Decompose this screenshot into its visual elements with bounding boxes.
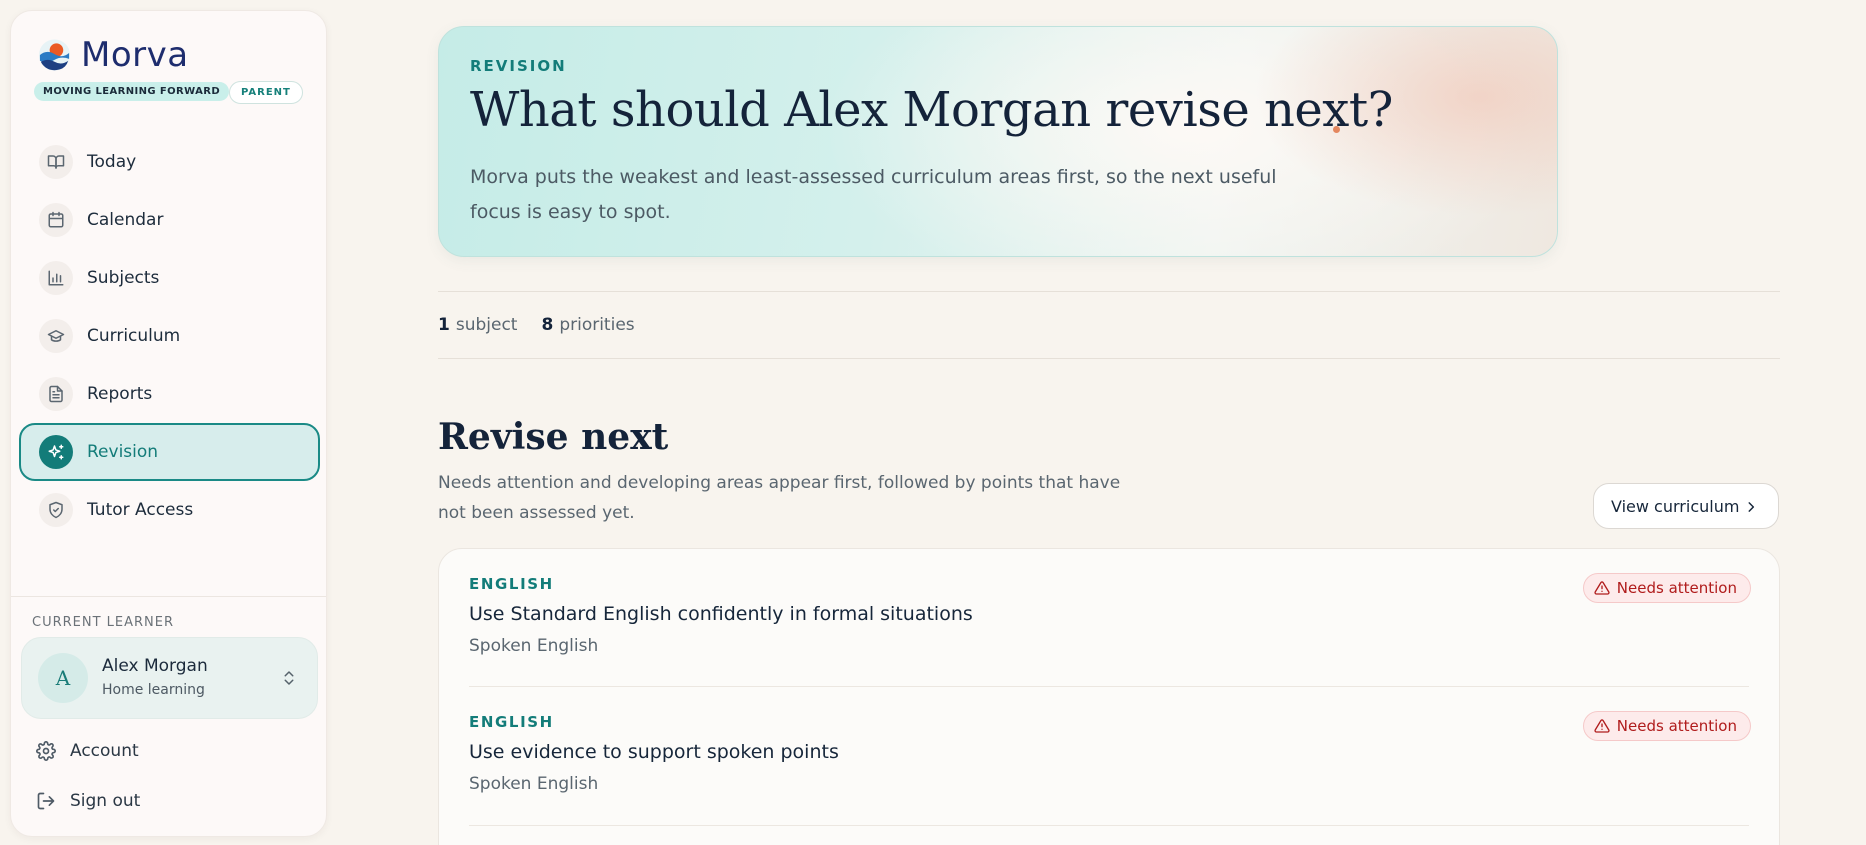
hero-eyebrow: REVISION	[470, 57, 567, 75]
sidebar-nav: Today Calendar Subjects Curriculum Repor…	[19, 133, 320, 539]
item-subject: ENGLISH	[469, 713, 554, 731]
brand[interactable]: Morva	[38, 35, 189, 75]
sidebar-item-label: Tutor Access	[87, 500, 194, 520]
app-name: Morva	[81, 35, 189, 75]
role-badge: PARENT	[229, 81, 303, 104]
graduation-cap-icon	[39, 319, 73, 353]
item-title: Use Standard English confidently in form…	[469, 603, 973, 625]
tagline-badge: MOVING LEARNING FORWARD	[34, 82, 230, 101]
stats-divider-bottom	[438, 358, 1780, 359]
gear-icon	[36, 741, 56, 761]
learner-subtitle: Home learning	[102, 682, 205, 698]
view-curriculum-label: View curriculum	[1611, 496, 1740, 516]
sidebar-item-reports[interactable]: Reports	[19, 365, 320, 423]
sidebar-item-today[interactable]: Today	[19, 133, 320, 191]
document-icon	[39, 377, 73, 411]
sidebar-divider	[11, 596, 326, 597]
current-learner-label: CURRENT LEARNER	[32, 615, 175, 630]
sidebar-item-curriculum[interactable]: Curriculum	[19, 307, 320, 365]
sidebar-item-label: Curriculum	[87, 326, 181, 346]
chevron-up-down-icon	[280, 667, 298, 693]
account-label: Account	[70, 741, 139, 761]
stats-divider-top	[438, 291, 1780, 292]
hero-banner: REVISION What should Alex Morgan revise …	[438, 26, 1558, 257]
item-subject: ENGLISH	[469, 575, 554, 593]
item-title: Use evidence to support spoken points	[469, 741, 839, 763]
status-label: Needs attention	[1616, 579, 1737, 597]
sidebar-item-label: Calendar	[87, 210, 164, 230]
sidebar-item-tutor-access[interactable]: Tutor Access	[19, 481, 320, 539]
list-item[interactable]: ENGLISH Use Standard English confidently…	[469, 549, 1751, 688]
sidebar-item-label: Today	[87, 152, 137, 172]
item-strand: Spoken English	[469, 636, 599, 656]
sign-out-label: Sign out	[70, 791, 141, 811]
sidebar-item-subjects[interactable]: Subjects	[19, 249, 320, 307]
status-badge: Needs attention	[1582, 573, 1751, 603]
warning-icon	[1594, 719, 1610, 733]
sign-out-link[interactable]: Sign out	[36, 791, 140, 811]
stat-subjects: 1 subject	[438, 315, 518, 335]
stat-priorities: 8 priorities	[541, 315, 635, 335]
sidebar-item-label: Subjects	[87, 268, 160, 288]
shield-check-icon	[39, 493, 73, 527]
sidebar-item-label: Revision	[87, 442, 159, 462]
warning-icon	[1594, 581, 1610, 595]
learner-name: Alex Morgan	[102, 656, 208, 676]
section-title: Revise next	[438, 416, 669, 458]
page-title: What should Alex Morgan revise next?	[470, 82, 1393, 138]
sidebar: Morva MOVING LEARNING FORWARD PARENT Tod…	[10, 10, 327, 837]
item-strand: Spoken English	[469, 774, 599, 794]
hero-description: Morva puts the weakest and least-assesse…	[470, 166, 1277, 223]
status-badge: Needs attention	[1582, 711, 1751, 741]
calendar-icon	[39, 203, 73, 237]
item-divider	[469, 825, 1749, 826]
accent-dot	[1333, 126, 1340, 133]
status-label: Needs attention	[1616, 717, 1737, 735]
book-open-icon	[39, 145, 73, 179]
bar-chart-icon	[39, 261, 73, 295]
account-link[interactable]: Account	[36, 741, 139, 761]
sign-out-icon	[36, 791, 56, 811]
view-curriculum-button[interactable]: View curriculum	[1593, 483, 1779, 529]
section-description: Needs attention and developing areas app…	[438, 473, 1121, 523]
avatar: A	[38, 653, 88, 703]
morva-logo-icon	[38, 39, 71, 71]
list-item[interactable]: ENGLISH Use evidence to support spoken p…	[469, 687, 1751, 826]
sidebar-item-revision[interactable]: Revision	[19, 423, 320, 481]
revision-list: ENGLISH Use Standard English confidently…	[438, 548, 1780, 845]
sidebar-item-calendar[interactable]: Calendar	[19, 191, 320, 249]
sidebar-item-label: Reports	[87, 384, 153, 404]
sparkles-icon	[39, 435, 73, 469]
learner-switcher[interactable]: A Alex Morgan Home learning	[21, 637, 318, 719]
chevron-right-icon	[1744, 499, 1758, 519]
stats-row: 1 subject 8 priorities	[438, 315, 635, 335]
